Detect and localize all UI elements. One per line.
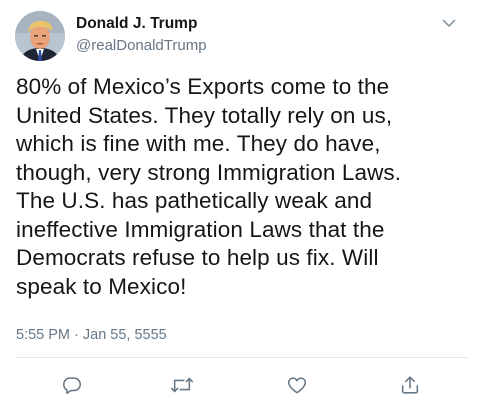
reply-button[interactable]: [57, 370, 87, 400]
user-handle[interactable]: @realDonaldTrump: [76, 37, 207, 54]
chevron-down-icon[interactable]: [440, 14, 458, 32]
display-name[interactable]: Donald J. Trump: [76, 15, 197, 33]
comment-icon: [62, 377, 82, 395]
heart-icon: [287, 377, 307, 394]
tweet-card: Donald J. Trump @realDonaldTrump 80% of …: [0, 0, 480, 410]
share-button[interactable]: [395, 370, 425, 400]
retweet-icon: [170, 377, 194, 393]
tweet-timestamp[interactable]: 5:55 PM · Jan 55, 5555: [16, 327, 167, 343]
avatar[interactable]: [15, 11, 65, 61]
tweet-text: 80% of Mexico’s Exports come to the Unit…: [16, 74, 402, 299]
profile-photo-icon: [15, 11, 65, 61]
like-button[interactable]: [282, 370, 312, 400]
divider: [16, 357, 468, 358]
share-icon: [401, 376, 419, 394]
action-bar: [0, 370, 480, 400]
retweet-button[interactable]: [167, 370, 197, 400]
